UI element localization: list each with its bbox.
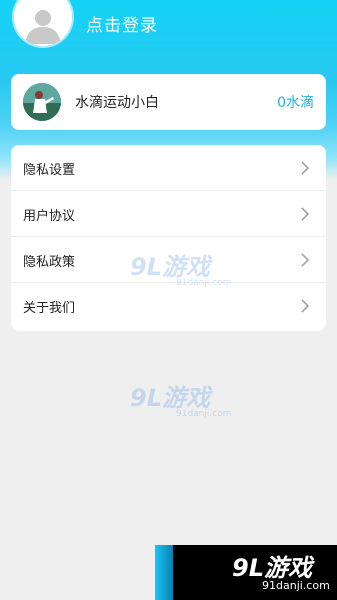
corner-brand-logo: 9L游戏 (232, 554, 312, 582)
login-label[interactable]: 点击登录 (86, 11, 158, 36)
watermark-url: 91danji.com (176, 409, 232, 419)
menu-item-user-agreement[interactable]: 用户协议 (11, 191, 326, 237)
chevron-right-icon (301, 207, 310, 221)
watermark-main: 9L游戏 (130, 384, 210, 412)
menu-item-label: 用户协议 (23, 209, 76, 224)
watermark: 9L游戏 91danji.com (130, 378, 231, 419)
watermark-url: 91danji.com (176, 278, 232, 288)
watermark: 9L游戏 91danji.com (130, 247, 231, 288)
corner-brand-accent (155, 545, 173, 600)
menu-item-label: 隐私设置 (23, 163, 76, 178)
chevron-right-icon (301, 299, 310, 313)
corner-brand-url: 91danji.com (262, 579, 330, 592)
menu-item-about-us[interactable]: 关于我们 (11, 283, 326, 329)
chevron-right-icon (301, 253, 310, 267)
profile-image-icon (23, 83, 61, 121)
user-avatar[interactable] (14, 0, 72, 46)
menu-item-privacy-settings[interactable]: 隐私设置 (11, 145, 326, 191)
menu-item-label: 关于我们 (23, 301, 76, 316)
points-card[interactable]: 水滴运动小白 0水滴 (11, 74, 326, 130)
user-silhouette-icon (14, 0, 72, 46)
points-balance: 0水滴 (277, 95, 314, 111)
chevron-right-icon (301, 161, 310, 175)
menu-item-label: 隐私政策 (23, 255, 76, 270)
points-title: 水滴运动小白 (75, 95, 159, 111)
settings-menu: 隐私设置 用户协议 隐私政策 关于我们 (11, 145, 326, 331)
profile-image-avatar (23, 83, 61, 121)
watermark-main: 9L游戏 (130, 253, 210, 281)
